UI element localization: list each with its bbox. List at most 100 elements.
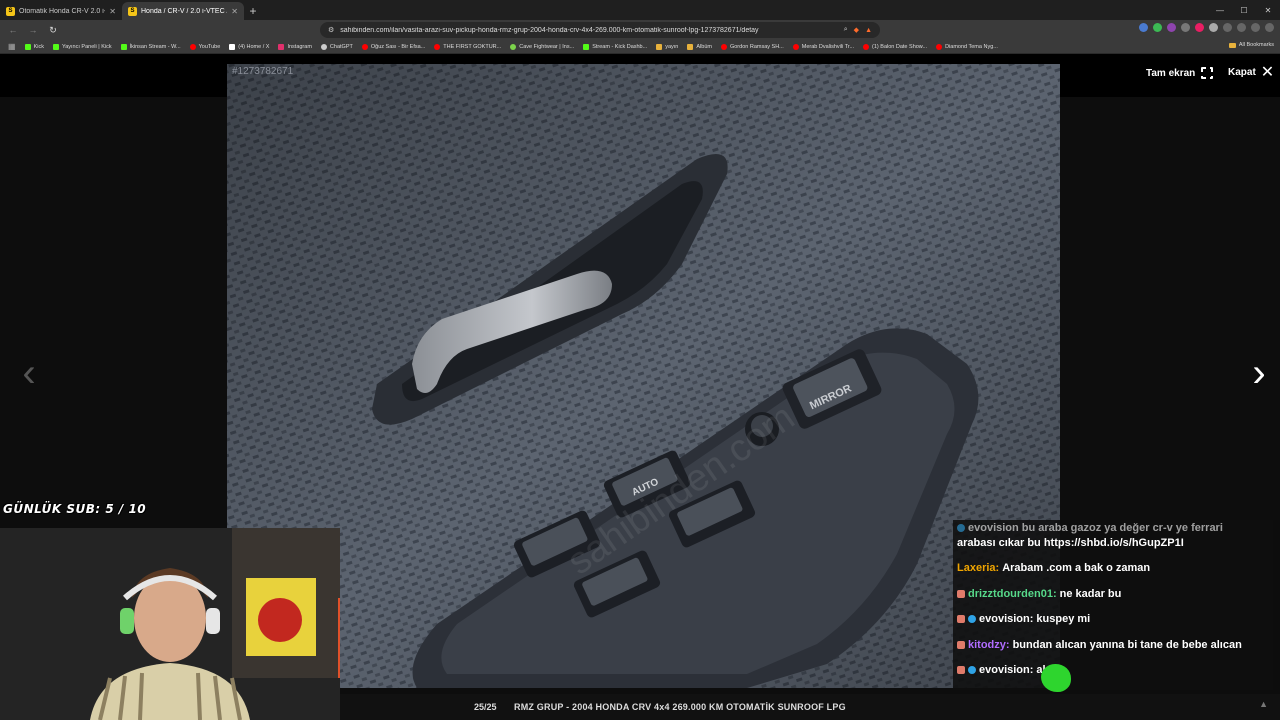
extension-icon[interactable] bbox=[1181, 23, 1190, 32]
bookmark-icon bbox=[52, 43, 59, 50]
chat-message: evovision bu araba gazoz ya değer cr-v y… bbox=[957, 522, 1223, 534]
bookmark-item[interactable]: Stream - Kick Dashb... bbox=[583, 43, 647, 50]
minimize-icon[interactable]: — bbox=[1208, 0, 1232, 20]
maximize-icon[interactable]: ☐ bbox=[1232, 0, 1256, 20]
chat-message: arabası cıkar bu https://shbd.io/s/hGupZ… bbox=[957, 537, 1184, 549]
extensions bbox=[1139, 23, 1274, 32]
window-controls: — ☐ ✕ bbox=[1208, 0, 1280, 20]
previous-photo-arrow-icon[interactable]: ‹ bbox=[14, 351, 44, 395]
bookmark-item[interactable]: Merab Dvalishvili Tr... bbox=[792, 43, 854, 50]
tab-honda-crv[interactable]: S Honda / CR-V / 2.0 i-VTEC / ES / ✕ bbox=[122, 2, 244, 20]
zoom-icon[interactable]: ⌕ bbox=[844, 26, 848, 34]
brave-shield-icon[interactable]: ◆ bbox=[854, 26, 859, 34]
next-photo-arrow-icon[interactable]: › bbox=[1244, 351, 1274, 395]
bookmark-item[interactable]: Instagram bbox=[278, 43, 312, 50]
chat-username: evovision: bbox=[979, 664, 1034, 676]
chat-username: drizztdourden01: bbox=[968, 588, 1057, 600]
all-bookmarks-button[interactable]: All Bookmarks bbox=[1228, 42, 1274, 48]
fullscreen-icon bbox=[1200, 66, 1215, 80]
bookmark-item[interactable]: Diamond Tema Nyg... bbox=[936, 43, 998, 50]
reload-icon[interactable]: ↻ bbox=[46, 23, 60, 37]
chevron-up-icon[interactable]: ▲ bbox=[1259, 699, 1268, 709]
badge-icon bbox=[968, 615, 976, 623]
bookmark-item[interactable]: ChatGPT bbox=[320, 43, 353, 50]
chat-message: Laxeria: Arabam .com a bak o zaman bbox=[957, 562, 1150, 574]
close-gallery-button[interactable]: Kapat ✕ bbox=[1228, 63, 1275, 81]
bookmark-folder[interactable]: Albüm bbox=[687, 43, 712, 50]
sahibinden-favicon-icon: S bbox=[6, 6, 15, 16]
chat-text: bu araba gazoz ya değer cr-v ye ferrari bbox=[1021, 522, 1223, 534]
bookmark-item[interactable]: YouTube bbox=[189, 43, 220, 50]
back-icon[interactable]: ← bbox=[6, 23, 20, 37]
wallet-icon[interactable] bbox=[1251, 23, 1260, 32]
apps-grid-icon[interactable]: ▦ bbox=[8, 42, 16, 51]
bookmark-item[interactable]: THE FIRST GOKTUR... bbox=[434, 43, 501, 50]
fullscreen-button[interactable]: Tam ekran bbox=[1146, 66, 1215, 80]
download-icon[interactable] bbox=[1223, 23, 1232, 32]
extension-icon[interactable] bbox=[1209, 23, 1218, 32]
bookmark-label: (4) Home / X bbox=[238, 43, 270, 50]
daily-sub-goal: GÜNLÜK SUB: 5 / 10 bbox=[3, 502, 147, 516]
close-window-icon[interactable]: ✕ bbox=[1256, 0, 1280, 20]
listing-id: #1273782671 bbox=[232, 66, 294, 77]
screen: S Otomatik Honda CR-V 2.0 i-VTEC Fiy ✕ S… bbox=[0, 0, 1280, 720]
bookmark-item[interactable]: Yayıncı Paneli | Kick bbox=[52, 43, 112, 50]
bookmark-label: İkinsan Stream - W... bbox=[129, 43, 181, 50]
bookmark-item[interactable]: Gordon Ramsay SH... bbox=[720, 43, 784, 50]
close-icon: ✕ bbox=[1260, 63, 1275, 81]
bookmark-item[interactable]: (1) Balon Date Show... bbox=[863, 43, 928, 50]
listing-caption: RMZ GRUP - 2004 HONDA CRV 4x4 269.000 KM… bbox=[514, 702, 846, 712]
badge-icon bbox=[957, 615, 965, 623]
streamer-webcam bbox=[0, 528, 340, 720]
bookmark-label: Albüm bbox=[696, 43, 712, 50]
tab-otomatik-honda[interactable]: S Otomatik Honda CR-V 2.0 i-VTEC Fiy ✕ bbox=[0, 2, 122, 20]
bookmark-icon bbox=[720, 43, 727, 50]
address-bar[interactable]: ⚙ sahibinden.com/ilan/vasita-arazi-suv-p… bbox=[320, 22, 880, 38]
bookmark-icon bbox=[863, 43, 870, 50]
new-tab-icon[interactable]: + bbox=[244, 2, 262, 20]
rewards-icon[interactable]: ▲ bbox=[865, 27, 872, 34]
extension-icon[interactable] bbox=[1153, 23, 1162, 32]
close-tab-icon[interactable]: ✕ bbox=[231, 7, 238, 16]
chat-username: kitodzy: bbox=[968, 639, 1010, 651]
chat-message: evovision: kuspey mi bbox=[957, 613, 1090, 625]
site-info-icon[interactable]: ⚙ bbox=[328, 26, 334, 34]
close-tab-icon[interactable]: ✕ bbox=[109, 7, 116, 16]
bookmark-item[interactable]: Kick bbox=[24, 43, 44, 50]
chat-text: Arabam .com a bak o zaman bbox=[1002, 562, 1151, 574]
gallery-photo[interactable]: MIRROR AUTO sahibinden.com bbox=[227, 64, 1060, 688]
chat-username: evovision: bbox=[979, 613, 1034, 625]
bookmark-label: ChatGPT bbox=[329, 43, 353, 50]
badge-icon bbox=[957, 524, 965, 532]
sidebar-icon[interactable] bbox=[1237, 23, 1246, 32]
forward-icon[interactable]: → bbox=[26, 23, 40, 37]
url-text[interactable]: sahibinden.com/ilan/vasita-arazi-suv-pic… bbox=[340, 27, 837, 34]
menu-icon[interactable] bbox=[1265, 23, 1274, 32]
car-door-photo: MIRROR AUTO sahibinden.com bbox=[227, 64, 1060, 688]
bookmark-folder[interactable]: yayın bbox=[656, 43, 679, 50]
tab-strip: S Otomatik Honda CR-V 2.0 i-VTEC Fiy ✕ S… bbox=[0, 0, 1280, 20]
extension-icon[interactable] bbox=[1195, 23, 1204, 32]
bookmarks-bar: ▦ Kick Yayıncı Paneli | Kick İkinsan Str… bbox=[0, 40, 1280, 54]
extension-icon[interactable] bbox=[1167, 23, 1176, 32]
all-bookmarks-label: All Bookmarks bbox=[1238, 42, 1274, 48]
bookmark-label: Diamond Tema Nyg... bbox=[945, 43, 998, 50]
bookmark-item[interactable]: Oğuz Sası - Bir Efsa... bbox=[361, 43, 425, 50]
bookmark-icon bbox=[510, 43, 517, 50]
folder-icon bbox=[687, 43, 694, 50]
bookmark-icon bbox=[120, 43, 127, 50]
folder-icon bbox=[1228, 42, 1236, 48]
bookmark-icon bbox=[229, 43, 236, 50]
close-label: Kapat bbox=[1228, 67, 1256, 78]
stream-chat: evovision bu araba gazoz ya değer cr-v y… bbox=[953, 520, 1273, 690]
chat-text: arabası cıkar bu https://shbd.io/s/hGupZ… bbox=[957, 537, 1184, 549]
extension-icon[interactable] bbox=[1139, 23, 1148, 32]
bookmark-item[interactable]: (4) Home / X bbox=[229, 43, 270, 50]
bookmark-item[interactable]: İkinsan Stream - W... bbox=[120, 43, 181, 50]
bookmark-icon bbox=[24, 43, 31, 50]
bookmark-label: yayın bbox=[665, 43, 679, 50]
bookmark-label: (1) Balon Date Show... bbox=[872, 43, 928, 50]
bookmark-icon bbox=[583, 43, 590, 50]
webcam-overlay bbox=[0, 528, 340, 720]
bookmark-item[interactable]: Cave Fightwear | Ins... bbox=[510, 43, 574, 50]
